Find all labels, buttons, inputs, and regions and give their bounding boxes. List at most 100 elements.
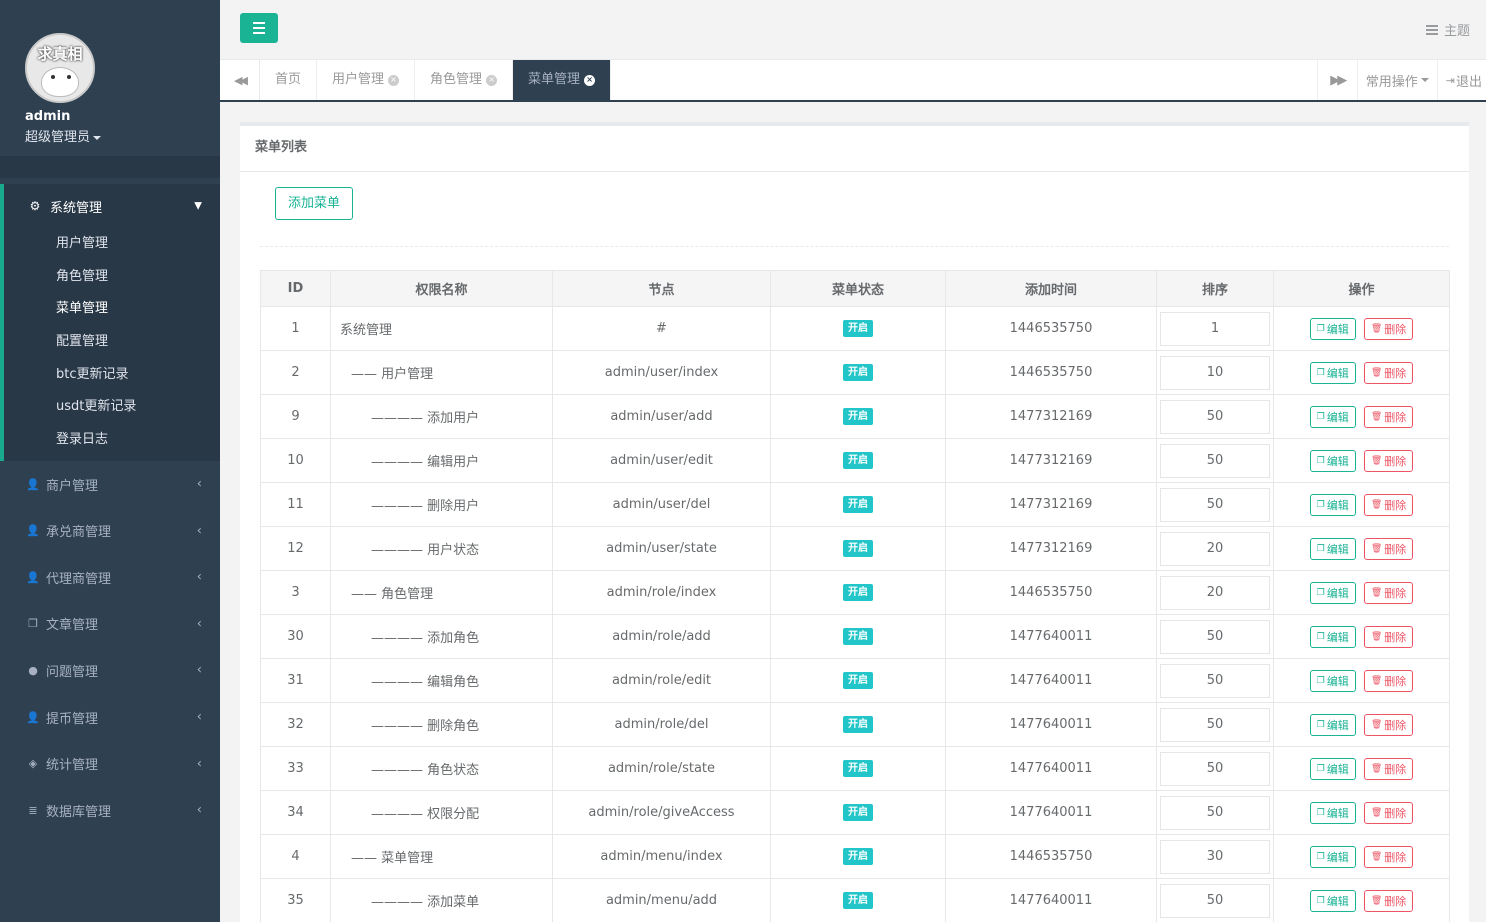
- delete-button[interactable]: 🗑 删除: [1363, 581, 1414, 604]
- delete-button[interactable]: 🗑 删除: [1363, 625, 1414, 648]
- sort-input[interactable]: [1160, 311, 1270, 346]
- cell-id: 2: [260, 350, 331, 395]
- profile-role-dropdown[interactable]: 超级管理员: [25, 126, 220, 145]
- status-badge[interactable]: 开启: [843, 716, 873, 733]
- delete-button[interactable]: 🗑 删除: [1363, 669, 1414, 692]
- edit-button[interactable]: ❐ 编辑: [1309, 625, 1356, 648]
- edit-button[interactable]: ❐ 编辑: [1309, 713, 1356, 736]
- delete-button[interactable]: 🗑 删除: [1363, 845, 1414, 868]
- status-badge[interactable]: 开启: [843, 364, 873, 381]
- sidebar-item[interactable]: 👤 承兑商管理 ‹: [0, 507, 220, 554]
- sidebar-item[interactable]: ◈ 统计管理 ‹: [0, 740, 220, 787]
- theme-button[interactable]: 主题: [1425, 20, 1470, 39]
- delete-button[interactable]: 🗑 删除: [1363, 317, 1414, 340]
- sort-input[interactable]: [1160, 575, 1270, 610]
- tabs-scroll-right-button[interactable]: ▶▶: [1316, 60, 1357, 100]
- sidebar-subitem[interactable]: usdt更新记录: [4, 391, 220, 424]
- table-row: 1系统管理# 开启 1446535750 ❐编辑 🗑删除: [260, 306, 1450, 351]
- sidebar-subitem[interactable]: btc更新记录: [4, 359, 220, 392]
- status-badge[interactable]: 开启: [843, 804, 873, 821]
- sort-input[interactable]: [1160, 707, 1270, 742]
- add-menu-button[interactable]: 添加菜单: [275, 187, 354, 220]
- edit-button[interactable]: ❐ 编辑: [1309, 669, 1356, 692]
- sort-input[interactable]: [1160, 355, 1270, 390]
- tab[interactable]: 用户管理 ×: [317, 60, 416, 100]
- sidebar-subitem[interactable]: 用户管理: [4, 228, 220, 261]
- status-badge[interactable]: 开启: [843, 892, 873, 909]
- edit-button[interactable]: ❐ 编辑: [1309, 537, 1356, 560]
- cell-time: 1446535750: [945, 350, 1157, 395]
- status-badge[interactable]: 开启: [843, 848, 873, 865]
- status-badge[interactable]: 开启: [843, 672, 873, 689]
- status-badge[interactable]: 开启: [843, 320, 873, 337]
- nav-group-system-header[interactable]: ⚙ 系统管理 ▼: [4, 184, 220, 228]
- sort-input[interactable]: [1160, 795, 1270, 830]
- sidebar-subitem[interactable]: 菜单管理: [4, 293, 220, 326]
- edit-button[interactable]: ❐ 编辑: [1309, 317, 1356, 340]
- sort-input[interactable]: [1160, 487, 1270, 522]
- delete-label: 删除: [1384, 762, 1407, 776]
- sidebar-subitem[interactable]: 配置管理: [4, 326, 220, 359]
- cell-status: 开启: [770, 306, 946, 351]
- logout-button[interactable]: ⇥ 退出: [1436, 60, 1486, 100]
- edit-button[interactable]: ❐ 编辑: [1309, 405, 1356, 428]
- sort-input[interactable]: [1160, 839, 1270, 874]
- delete-button[interactable]: 🗑 删除: [1363, 493, 1414, 516]
- edit-button[interactable]: ❐ 编辑: [1309, 757, 1356, 780]
- menu-toggle-button[interactable]: [240, 13, 278, 43]
- close-circle-icon[interactable]: ×: [486, 74, 498, 86]
- tab[interactable]: 菜单管理 ×: [513, 60, 612, 100]
- close-circle-icon[interactable]: ×: [584, 74, 596, 86]
- sidebar-item[interactable]: ● 问题管理 ‹: [0, 647, 220, 694]
- sidebar-item[interactable]: ≣ 数据库管理 ‹: [0, 787, 220, 834]
- edit-button[interactable]: ❐ 编辑: [1309, 493, 1356, 516]
- sidebar-item[interactable]: 👤 商户管理 ‹: [0, 461, 220, 508]
- edit-button[interactable]: ❐ 编辑: [1309, 581, 1356, 604]
- edit-button[interactable]: ❐ 编辑: [1309, 449, 1356, 472]
- sort-input[interactable]: [1160, 443, 1270, 478]
- tabs-scroll-left-button[interactable]: ◀◀: [220, 60, 260, 100]
- sidebar-subitem[interactable]: 登录日志: [4, 424, 220, 457]
- tab[interactable]: 角色管理 ×: [415, 60, 514, 100]
- delete-button[interactable]: 🗑 删除: [1363, 405, 1414, 428]
- status-badge[interactable]: 开启: [843, 760, 873, 777]
- delete-button[interactable]: 🗑 删除: [1363, 801, 1414, 824]
- sort-input[interactable]: [1160, 619, 1270, 654]
- edit-button[interactable]: ❐ 编辑: [1309, 889, 1356, 912]
- delete-button[interactable]: 🗑 删除: [1363, 361, 1414, 384]
- sort-input[interactable]: [1160, 663, 1270, 698]
- cell-time: 1477640011: [945, 746, 1157, 791]
- sort-input[interactable]: [1160, 531, 1270, 566]
- sidebar-item[interactable]: ❐ 文章管理 ‹: [0, 601, 220, 648]
- close-circle-icon[interactable]: ×: [388, 74, 400, 86]
- status-badge[interactable]: 开启: [843, 496, 873, 513]
- cell-sort: [1156, 746, 1274, 791]
- status-badge[interactable]: 开启: [843, 452, 873, 469]
- status-badge[interactable]: 开启: [843, 628, 873, 645]
- edit-label: 编辑: [1326, 718, 1349, 732]
- sort-input[interactable]: [1160, 751, 1270, 786]
- sidebar-subitem[interactable]: 角色管理: [4, 261, 220, 294]
- delete-button[interactable]: 🗑 删除: [1363, 713, 1414, 736]
- common-ops-dropdown[interactable]: 常用操作: [1356, 60, 1437, 100]
- delete-button[interactable]: 🗑 删除: [1363, 537, 1414, 560]
- tab[interactable]: 首页: [260, 60, 318, 100]
- sort-input[interactable]: [1160, 399, 1270, 434]
- delete-button[interactable]: 🗑 删除: [1363, 449, 1414, 472]
- cell-sort: [1156, 350, 1274, 395]
- delete-button[interactable]: 🗑 删除: [1363, 889, 1414, 912]
- edit-button[interactable]: ❐ 编辑: [1309, 845, 1356, 868]
- status-badge[interactable]: 开启: [843, 584, 873, 601]
- sidebar-item[interactable]: 👤 代理商管理 ‹: [0, 554, 220, 601]
- table-row: 2—— 用户管理admin/user/index 开启 1446535750 ❐编辑 🗑…: [260, 350, 1450, 395]
- delete-button[interactable]: 🗑 删除: [1363, 757, 1414, 780]
- edit-button[interactable]: ❐ 编辑: [1309, 361, 1356, 384]
- status-badge[interactable]: 开启: [843, 408, 873, 425]
- avatar[interactable]: 求真相: [25, 33, 95, 103]
- sort-input[interactable]: [1160, 883, 1270, 918]
- edit-button[interactable]: ❐ 编辑: [1309, 801, 1356, 824]
- sidebar-item[interactable]: 👤 提币管理 ‹: [0, 694, 220, 741]
- trash-icon: 🗑: [1370, 367, 1383, 378]
- delete-label: 删除: [1384, 850, 1407, 864]
- status-badge[interactable]: 开启: [843, 540, 873, 557]
